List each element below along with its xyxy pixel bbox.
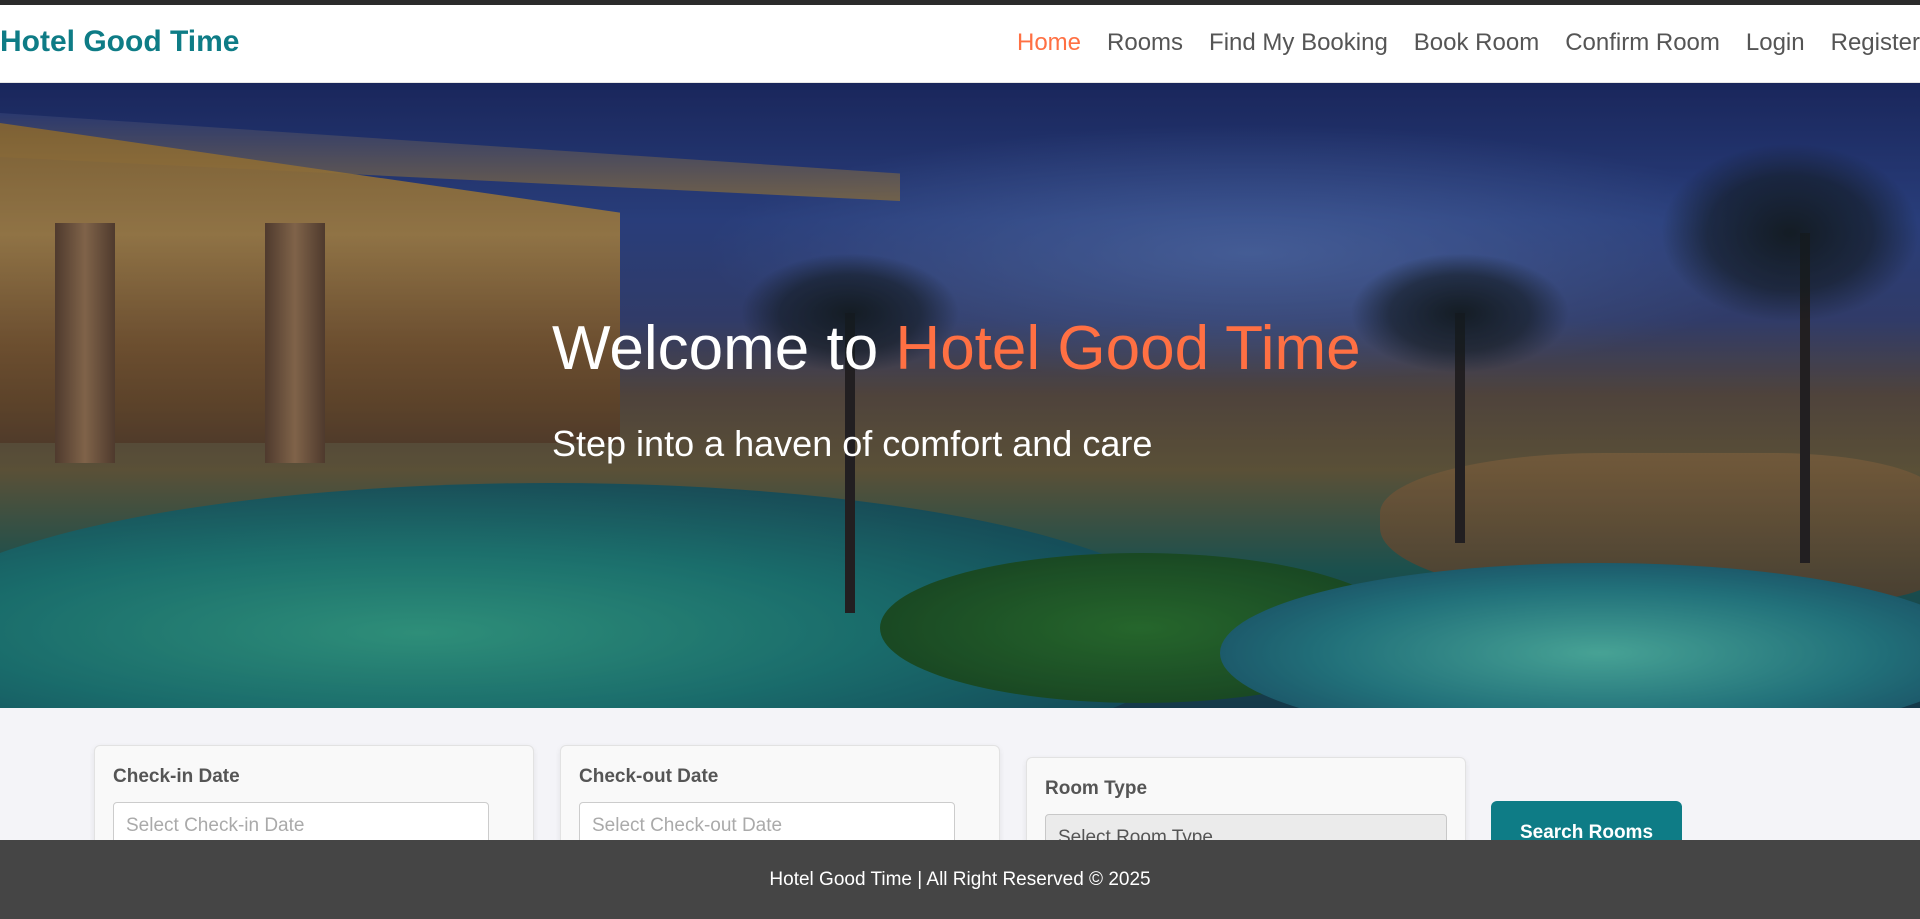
- footer: Hotel Good Time | All Right Reserved © 2…: [0, 840, 1920, 919]
- nav-link-find-my-booking[interactable]: Find My Booking: [1209, 29, 1388, 57]
- checkin-label: Check-in Date: [113, 766, 240, 787]
- navbar: Hotel Good Time Home Rooms Find My Booki…: [0, 5, 1920, 83]
- nav-links: Home Rooms Find My Booking Book Room Con…: [991, 29, 1920, 57]
- nav-link-register[interactable]: Register: [1831, 29, 1920, 57]
- hero-banner: Welcome to Hotel Good Time Step into a h…: [0, 83, 1920, 708]
- footer-text: Hotel Good Time | All Right Reserved © 2…: [769, 868, 1151, 890]
- hero-title: Welcome to Hotel Good Time: [552, 313, 1361, 384]
- checkout-label: Check-out Date: [579, 766, 719, 787]
- hero-overlay: [0, 83, 1920, 708]
- nav-link-home[interactable]: Home: [1017, 29, 1081, 57]
- brand-logo[interactable]: Hotel Good Time: [0, 25, 239, 59]
- nav-link-login[interactable]: Login: [1746, 29, 1805, 57]
- nav-link-book-room[interactable]: Book Room: [1414, 29, 1539, 57]
- search-form: Check-in Date Check-out Date Room Type S…: [0, 708, 1920, 877]
- nav-link-confirm-room[interactable]: Confirm Room: [1565, 29, 1720, 57]
- nav-link-rooms[interactable]: Rooms: [1107, 29, 1183, 57]
- hero-subtitle: Step into a haven of comfort and care: [552, 423, 1153, 464]
- hero-title-accent: Hotel Good Time: [895, 314, 1361, 383]
- room-type-label: Room Type: [1045, 778, 1148, 799]
- hero-title-prefix: Welcome to: [552, 314, 896, 383]
